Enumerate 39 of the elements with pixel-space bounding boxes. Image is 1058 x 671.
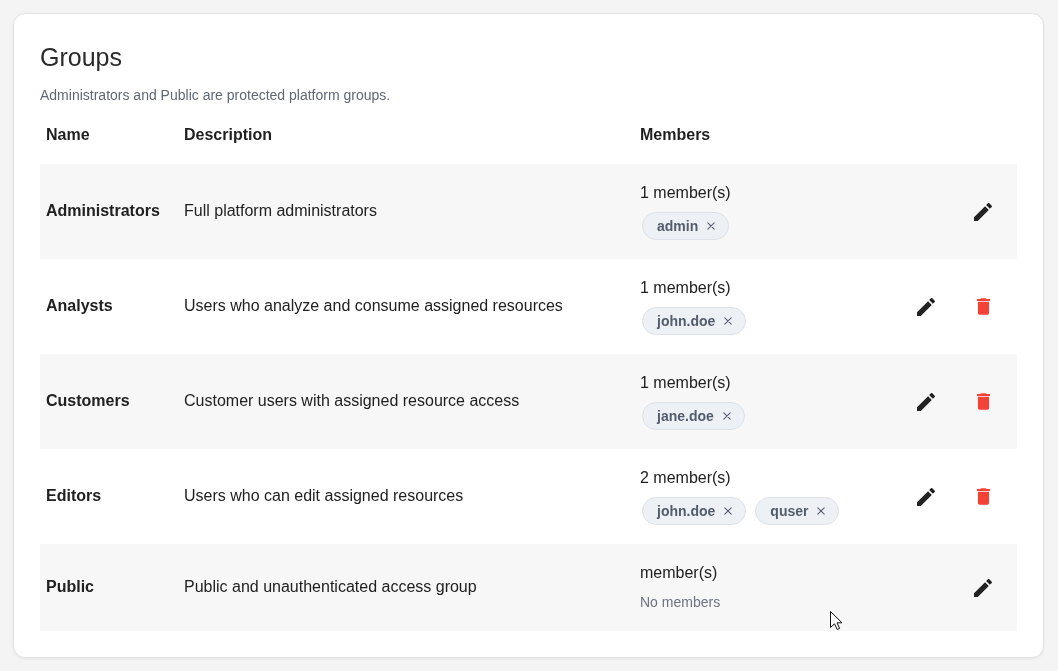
member-count: 1 member(s) bbox=[640, 278, 731, 298]
trash-icon bbox=[976, 393, 990, 410]
group-description: Users who analyze and consume assigned resources bbox=[183, 296, 563, 316]
group-name: Analysts bbox=[45, 296, 113, 316]
member-count: 1 member(s) bbox=[640, 373, 731, 393]
close-icon[interactable] bbox=[724, 507, 733, 515]
member-chip[interactable]: admin bbox=[642, 212, 730, 240]
group-name: Public bbox=[45, 577, 94, 597]
pencil-icon bbox=[917, 392, 935, 411]
empty-members-text: No members bbox=[640, 593, 721, 612]
group-name: Customers bbox=[45, 391, 130, 411]
close-icon[interactable] bbox=[722, 412, 731, 420]
member-chip[interactable]: quser bbox=[755, 497, 840, 525]
close-icon[interactable] bbox=[724, 317, 733, 325]
column-header: Description bbox=[183, 125, 272, 144]
member-chip[interactable]: john.doe bbox=[642, 307, 747, 335]
group-description: Customer users with assigned resource access bbox=[183, 391, 520, 411]
member-count: member(s) bbox=[640, 563, 718, 583]
close-icon[interactable] bbox=[817, 507, 826, 515]
trash-icon bbox=[976, 298, 990, 315]
member-chip[interactable]: john.doe bbox=[642, 497, 747, 525]
column-header: Name bbox=[45, 125, 90, 144]
member-count: 1 member(s) bbox=[640, 183, 731, 203]
pencil-icon bbox=[974, 578, 992, 597]
member-count: 2 member(s) bbox=[640, 468, 731, 488]
member-chip[interactable]: jane.doe bbox=[642, 402, 745, 430]
pencil-icon bbox=[917, 297, 935, 316]
group-description: Public and unauthenticated access group bbox=[183, 577, 477, 597]
column-header: Members bbox=[639, 125, 711, 144]
trash-icon bbox=[976, 488, 990, 505]
group-name: Editors bbox=[45, 486, 102, 506]
page-title: Groups bbox=[40, 42, 122, 73]
group-description: Users who can edit assigned resources bbox=[183, 486, 464, 506]
close-icon[interactable] bbox=[707, 222, 716, 230]
group-description: Full platform administrators bbox=[183, 201, 377, 221]
page-subtitle: Administrators and Public are protected platform groups. bbox=[40, 86, 391, 105]
group-name: Administrators bbox=[45, 201, 160, 221]
pencil-icon bbox=[974, 202, 992, 221]
pencil-icon bbox=[917, 487, 935, 506]
